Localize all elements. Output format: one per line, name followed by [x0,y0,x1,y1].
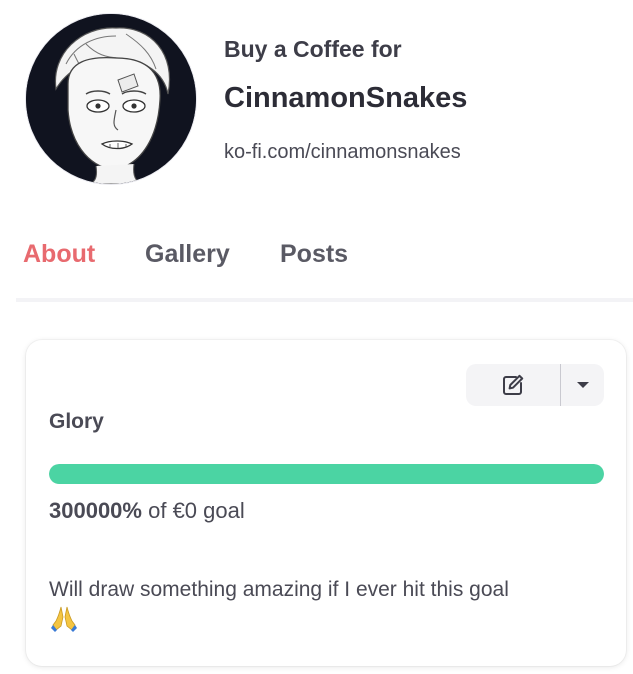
tab-about-label: About [23,240,96,268]
creator-name: CinnamonSnakes [224,82,468,114]
tab-posts-label: Posts [280,240,349,268]
tab-gallery-label: Gallery [145,240,230,268]
goal-toolbar [466,364,604,406]
edit-goal-button[interactable] [466,364,560,406]
tab-gallery[interactable]: Gallery [145,240,230,269]
goal-target: of €0 goal [148,498,245,523]
buy-coffee-heading: Buy a Coffee for [224,36,402,62]
edit-icon [503,374,524,395]
avatar-image [26,14,196,184]
tab-about[interactable]: About [23,240,95,269]
praying-hands-icon [49,603,79,644]
goal-options-dropdown[interactable] [561,364,604,406]
avatar-illustration [26,14,196,184]
goal-progress-bar [49,464,604,484]
tab-posts[interactable]: Posts [280,240,348,269]
caret-down-icon [576,382,589,388]
goal-card: Glory 300000% of €0 goal Will draw somet… [26,340,626,666]
tab-divider [16,298,633,302]
page-url[interactable]: ko-fi.com/cinnamonsnakes [224,141,461,164]
goal-description: Will draw something amazing if I ever hi… [49,573,609,644]
tab-bar: About Gallery Posts [16,232,633,304]
goal-description-text: Will draw something amazing if I ever hi… [49,578,509,601]
goal-title: Glory [49,410,104,433]
goal-progress-fill [49,464,604,484]
goal-stats: 300000% of €0 goal [49,498,245,524]
goal-percent: 300000% [49,498,142,523]
profile-header: Buy a Coffee for CinnamonSnakes ko-fi.co… [0,0,633,200]
avatar[interactable] [22,10,200,188]
